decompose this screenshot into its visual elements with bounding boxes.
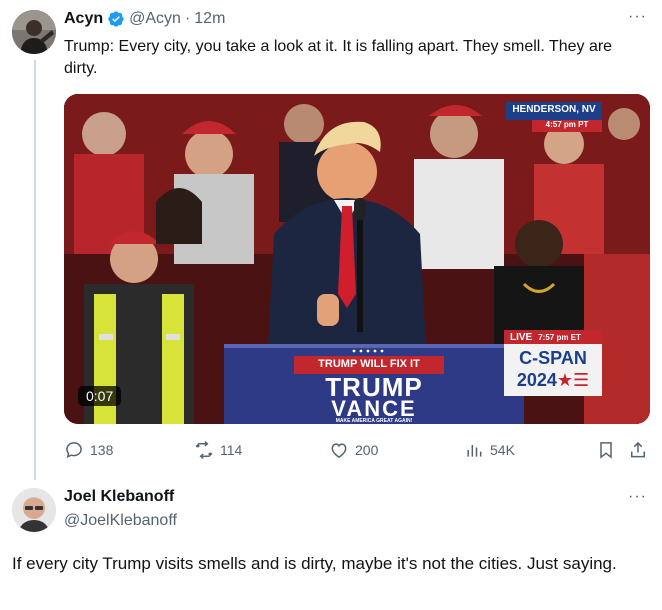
views-button[interactable]: 54K: [464, 440, 515, 460]
location-tag: HENDERSON, NV: [512, 104, 596, 115]
share-icon: [631, 441, 645, 458]
reply-text: If every city Trump visits smells and is…: [12, 554, 617, 573]
location-time: 4:57 pm PT: [545, 120, 589, 129]
cspan-logo: C-SPAN: [519, 348, 587, 368]
retweet-count: 114: [220, 442, 243, 458]
share-button[interactable]: [628, 440, 648, 460]
tweet-text: Trump: Every city, you take a look at it…: [64, 38, 613, 77]
stripes-icon: ☰: [573, 370, 590, 390]
video-player[interactable]: HENDERSON, NV 4:57 pm PT TRUMP WILL FIX …: [64, 94, 650, 424]
thread-connector-line: [34, 60, 36, 480]
star-icon: ★: [556, 370, 574, 390]
heart-icon: [331, 443, 347, 458]
cspan-year: 2024: [516, 370, 557, 390]
dot-separator: ·: [184, 10, 191, 27]
avatar-joel-klebanoff[interactable]: [12, 488, 56, 532]
reply-author-name[interactable]: Joel Klebanoff: [64, 488, 174, 506]
views-chart-icon: [467, 445, 482, 457]
like-count: 200: [355, 442, 379, 458]
bookmark-icon: [600, 442, 612, 459]
reply-author-handle[interactable]: @JoelKlebanoff: [64, 512, 177, 530]
author-name[interactable]: Acyn: [64, 10, 103, 28]
reply-button[interactable]: 138: [64, 440, 113, 460]
bookmark-button[interactable]: [596, 440, 616, 460]
avatar-acyn[interactable]: [12, 10, 56, 54]
retweet-button[interactable]: 114: [194, 440, 242, 460]
like-button[interactable]: 200: [329, 440, 378, 460]
podium-maga: MAKE AMERICA GREAT AGAIN!: [335, 418, 413, 424]
views-count: 54K: [490, 442, 515, 458]
author-handle[interactable]: @Acyn: [129, 10, 181, 28]
podium-banner: TRUMP WILL FIX IT: [318, 358, 420, 370]
live-label: LIVE: [510, 331, 533, 343]
video-duration: 0:07: [78, 386, 122, 406]
live-time: 7:57 pm ET: [538, 332, 581, 342]
verified-badge-icon: [107, 10, 125, 28]
reply-icon: [66, 442, 82, 458]
reply-more-options-icon[interactable]: ···: [628, 488, 647, 506]
tweet-timestamp[interactable]: 12m: [194, 10, 225, 28]
reply-count: 138: [90, 442, 114, 458]
tweet-action-bar: 138 114 200 54K: [64, 440, 650, 462]
more-options-icon[interactable]: ···: [628, 8, 647, 26]
retweet-icon: [195, 440, 213, 460]
